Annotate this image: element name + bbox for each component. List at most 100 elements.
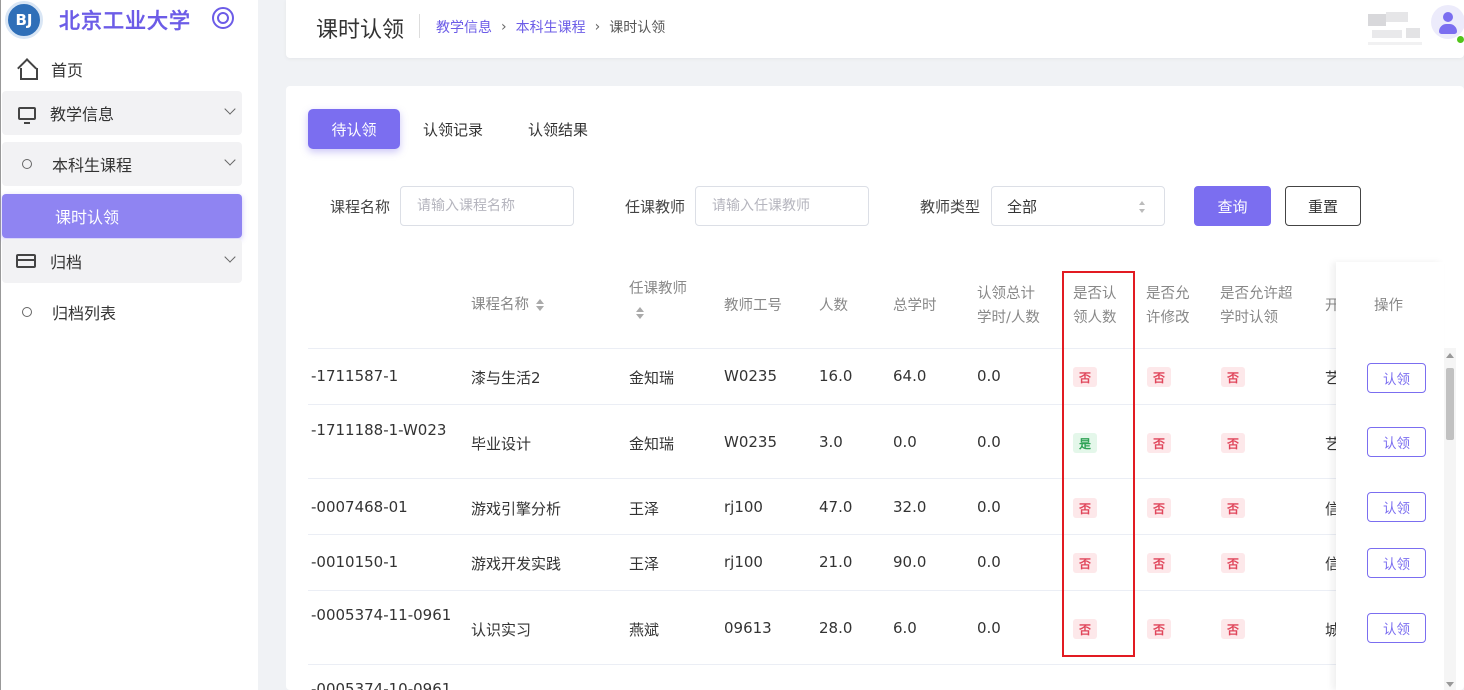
allow-modify-badge: 否 — [1147, 498, 1171, 518]
vertical-scrollbar[interactable] — [1444, 348, 1456, 690]
chevron-down-icon — [224, 103, 236, 115]
cell-course-name: 游戏开发实践 — [471, 555, 562, 573]
table-header-divider — [308, 348, 1438, 349]
claim-button[interactable]: 认领 — [1367, 492, 1426, 522]
scroll-up-icon[interactable] — [1446, 353, 1454, 358]
th-label: 认领总计 — [977, 286, 1035, 302]
sort-icon[interactable] — [535, 299, 545, 311]
cell-total-hours: 6.0 — [893, 619, 917, 637]
cell-count: 3.0 — [819, 433, 843, 451]
teacher-type-value: 全部 — [1007, 197, 1038, 216]
claim-button[interactable]: 认领 — [1367, 613, 1426, 643]
th-label: 是否允许超 — [1220, 286, 1293, 302]
page-title: 课时认领 — [316, 18, 405, 43]
circle-icon — [22, 159, 32, 169]
th-allow-modify: 是否允 许修改 — [1146, 282, 1190, 330]
sidebar-item-archive[interactable]: 归档 — [2, 239, 242, 283]
sidebar-item-label: 本科生课程 — [52, 156, 133, 175]
cell-code: -0005374-10-0961 — [311, 680, 452, 690]
cell-teacher: 金知瑞 — [629, 435, 675, 453]
tab-pending-claim[interactable]: 待认领 — [308, 109, 400, 149]
allow-over-badge: 否 — [1221, 367, 1245, 387]
cell-teacher: 金知瑞 — [629, 369, 675, 387]
query-button[interactable]: 查询 — [1194, 186, 1271, 226]
sidebar-item-label: 归档列表 — [52, 304, 117, 323]
tab-claim-records[interactable]: 认领记录 — [414, 109, 492, 149]
cell-course-name: 游戏引擎分析 — [471, 500, 562, 518]
scroll-thumb[interactable] — [1446, 368, 1454, 440]
sidebar-item-hour-claim[interactable]: 课时认领 — [2, 194, 242, 238]
row-divider — [308, 534, 1438, 535]
breadcrumb-current: 课时认领 — [609, 20, 666, 36]
th-teacher-id: 教师工号 — [724, 298, 782, 314]
cell-code: -1711587-1 — [311, 367, 399, 385]
user-avatar[interactable] — [1431, 5, 1464, 39]
breadcrumb-separator-icon: › — [501, 19, 507, 35]
cell-teacher-id: rj100 — [724, 553, 763, 571]
sidebar-item-label: 归档 — [50, 253, 83, 272]
breadcrumb-separator-icon: › — [594, 19, 601, 35]
teacher-input[interactable] — [695, 186, 869, 226]
reset-button[interactable]: 重置 — [1285, 186, 1361, 226]
claim-button[interactable]: 认领 — [1367, 427, 1426, 457]
chevron-down-icon — [224, 154, 236, 166]
th-course-name[interactable]: 课程名称 — [471, 293, 545, 317]
cell-claimed: 0.0 — [977, 619, 1001, 637]
allow-modify-badge: 否 — [1147, 553, 1171, 573]
cell-total-hours: 64.0 — [893, 367, 927, 385]
sidebar-item-label: 课时认领 — [55, 208, 120, 227]
cell-claimed: 0.0 — [977, 433, 1001, 451]
cell-total-hours: 32.0 — [893, 498, 927, 516]
cell-teacher: 燕斌 — [629, 621, 660, 639]
allow-over-badge: 否 — [1221, 498, 1245, 518]
claim-button[interactable]: 认领 — [1367, 548, 1426, 578]
sort-icon[interactable] — [635, 307, 645, 319]
sidebar-item-home[interactable]: 首页 — [2, 47, 242, 91]
cell-total-hours: 0.0 — [893, 433, 917, 451]
sidebar-item-label: 教学信息 — [50, 105, 115, 124]
annotation-highlight-box — [1062, 271, 1135, 657]
th-teacher[interactable]: 任课教师 — [629, 277, 687, 325]
sidebar-item-undergrad-courses[interactable]: 本科生课程 — [2, 142, 242, 186]
cell-teacher: 王泽 — [629, 500, 660, 518]
th-label: 任课教师 — [629, 281, 687, 297]
allow-modify-badge: 否 — [1147, 619, 1171, 639]
allow-modify-badge: 否 — [1147, 367, 1171, 387]
row-divider — [308, 404, 1438, 405]
blurred-username — [1368, 10, 1422, 46]
breadcrumb-teaching-info[interactable]: 教学信息 — [436, 17, 492, 37]
monitor-icon — [18, 106, 36, 124]
teacher-label: 任课教师 — [625, 198, 686, 216]
collapse-sidebar-icon[interactable] — [212, 7, 234, 29]
brand[interactable]: BJ 北京工业大学 — [5, 1, 191, 39]
university-logo: BJ — [5, 1, 43, 39]
card-icon — [16, 254, 36, 268]
cell-count: 28.0 — [819, 619, 853, 637]
claim-button[interactable]: 认领 — [1367, 363, 1426, 393]
cell-claimed: 0.0 — [977, 553, 1001, 571]
top-header: 课时认领 教学信息 › 本科生课程 › 课时认领 — [286, 0, 1464, 58]
cell-code: -0010150-1 — [311, 553, 399, 571]
th-allow-over-hours: 是否允许超 学时认领 — [1220, 282, 1293, 330]
allow-over-badge: 否 — [1221, 433, 1245, 453]
course-name-input[interactable] — [400, 186, 574, 226]
brand-name: 北京工业大学 — [59, 9, 191, 33]
allow-over-badge: 否 — [1221, 553, 1245, 573]
cell-count: 21.0 — [819, 553, 853, 571]
cell-teacher-id: W0235 — [724, 367, 778, 385]
sidebar-item-archive-list[interactable]: 归档列表 — [2, 290, 242, 334]
sidebar-item-teaching-info[interactable]: 教学信息 — [2, 91, 242, 135]
select-arrows-icon — [1139, 201, 1147, 213]
th-label: 许修改 — [1146, 310, 1190, 326]
breadcrumb-undergrad-courses[interactable]: 本科生课程 — [516, 17, 586, 37]
teacher-type-select[interactable]: 全部 — [991, 186, 1165, 226]
cell-course-name: 漆与生活2 — [471, 369, 541, 387]
scroll-down-icon[interactable] — [1446, 682, 1454, 687]
home-icon — [17, 60, 38, 80]
th-label: 是否允 — [1146, 286, 1190, 302]
cell-teacher: 王泽 — [629, 555, 660, 573]
divider — [419, 14, 420, 38]
tab-claim-results[interactable]: 认领结果 — [519, 109, 597, 149]
th-action: 操作 — [1374, 298, 1403, 314]
cell-count: 47.0 — [819, 498, 853, 516]
